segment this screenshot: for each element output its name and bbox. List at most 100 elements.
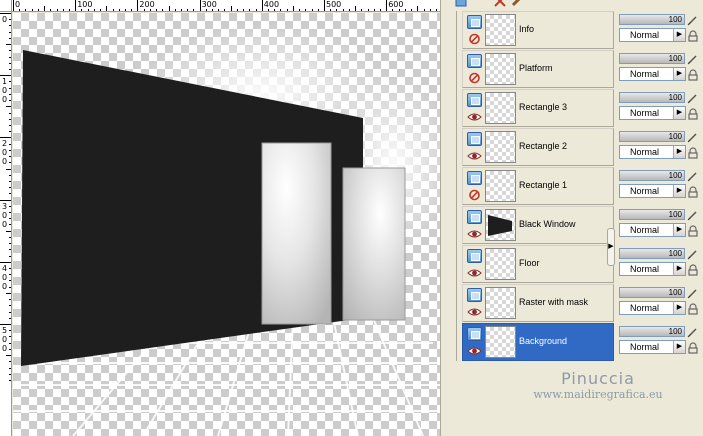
opacity-slider[interactable]: 100 [619,170,685,181]
pencil-icon[interactable] [687,326,699,338]
layer-name[interactable]: Floor [519,258,540,269]
raster-layer-icon[interactable] [467,288,482,302]
pencil-icon[interactable] [687,14,699,26]
ruler-vertical[interactable]: 0 1 0 0 2 0 0 3 0 0 4 0 0 5 0 0 [0,12,12,436]
pencil-icon[interactable] [687,92,699,104]
layer-name[interactable]: Rectangle 2 [519,141,567,152]
dropdown-arrow-icon[interactable]: ▶ [673,341,685,353]
dropdown-arrow-icon[interactable]: ▶ [673,185,685,197]
layer-name[interactable]: Info [519,24,534,35]
lock-icon[interactable] [687,264,699,276]
layer-thumbnail[interactable] [485,248,516,280]
blend-mode-dropdown[interactable]: Normal ▶ [619,145,686,159]
hidden-icon[interactable] [467,33,482,45]
layer-name[interactable]: Rectangle 3 [519,102,567,113]
layer-thumbnail[interactable] [485,14,516,46]
dropdown-arrow-icon[interactable]: ▶ [673,29,685,41]
raster-layer-icon[interactable] [467,327,482,341]
blend-mode-dropdown[interactable]: Normal ▶ [619,223,686,237]
layer-row[interactable]: Platform [462,50,614,88]
layer-name[interactable]: Raster with mask [519,297,588,308]
layer-name[interactable]: Background [519,336,567,347]
ruler-tick-minor [9,249,11,251]
raster-layer-icon[interactable] [467,210,482,224]
lock-icon[interactable] [687,147,699,159]
blend-mode-dropdown[interactable]: Normal ▶ [619,28,686,42]
layer-thumbnail[interactable] [485,170,516,202]
blend-mode-dropdown[interactable]: Normal ▶ [619,184,686,198]
layer-row[interactable]: Floor [462,245,614,283]
lock-icon[interactable] [687,225,699,237]
eye-icon[interactable] [467,306,482,318]
dropdown-arrow-icon[interactable]: ▶ [673,263,685,275]
opacity-slider[interactable]: 100 [619,209,685,220]
opacity-slider[interactable]: 100 [619,131,685,142]
pencil-icon[interactable] [687,209,699,221]
layer-row[interactable]: Rectangle 3 [462,89,614,127]
lock-icon[interactable] [687,186,699,198]
layer-row[interactable]: Rectangle 2 [462,128,614,166]
lock-icon[interactable] [687,108,699,120]
blend-mode-dropdown[interactable]: Normal ▶ [619,340,686,354]
layer-row[interactable]: Rectangle 1 [462,167,614,205]
ruler-horizontal[interactable]: 0 100 200 300 400 500 600 [12,0,440,12]
dropdown-arrow-icon[interactable]: ▶ [673,302,685,314]
pencil-icon[interactable] [687,131,699,143]
new-layer-icon[interactable] [454,0,468,8]
layer-row[interactable]: Raster with mask [462,284,614,322]
layer-thumbnail[interactable] [485,92,516,124]
layer-thumbnail[interactable] [485,326,516,358]
opacity-slider[interactable]: 100 [619,92,685,103]
eye-icon[interactable] [467,228,482,240]
dropdown-arrow-icon[interactable]: ▶ [673,68,685,80]
dropdown-arrow-icon[interactable]: ▶ [673,224,685,236]
layer-name[interactable]: Rectangle 1 [519,180,567,191]
raster-layer-icon[interactable] [467,54,482,68]
pencil-icon[interactable] [687,287,699,299]
layer-name[interactable]: Platform [519,63,553,74]
lock-icon[interactable] [687,342,699,354]
image-canvas[interactable] [13,13,440,436]
collapse-palette-button[interactable]: ▶ [607,228,615,266]
pencil-icon[interactable] [687,170,699,182]
panel-splitter[interactable] [440,0,448,436]
opacity-slider[interactable]: 100 [619,14,685,25]
layer-row[interactable]: Info [462,11,614,49]
dropdown-arrow-icon[interactable]: ▶ [673,107,685,119]
dropdown-arrow-icon[interactable]: ▶ [673,146,685,158]
raster-layer-icon[interactable] [467,132,482,146]
eye-icon[interactable] [467,150,482,162]
edit-layer-icon[interactable] [510,0,524,8]
pencil-icon[interactable] [687,53,699,65]
layer-thumbnail[interactable] [485,53,516,85]
opacity-slider[interactable]: 100 [619,248,685,259]
eye-icon[interactable] [467,267,482,279]
hidden-icon[interactable] [467,189,482,201]
layer-row[interactable]: Black Window [462,206,614,244]
layer-thumbnail[interactable] [485,287,516,319]
layer-thumbnail[interactable] [485,209,516,241]
layer-name[interactable]: Black Window [519,219,576,230]
layer-row[interactable]: Background [462,323,614,361]
raster-layer-icon[interactable] [467,171,482,185]
opacity-slider[interactable]: 100 [619,53,685,64]
eye-icon[interactable] [467,345,482,357]
layer-thumbnail[interactable] [485,131,516,163]
lock-icon[interactable] [687,69,699,81]
delete-layer-icon[interactable] [493,0,507,8]
lock-icon[interactable] [687,30,699,42]
raster-layer-icon[interactable] [467,93,482,107]
blend-mode-dropdown[interactable]: Normal ▶ [619,301,686,315]
pencil-icon[interactable] [687,248,699,260]
ruler-tick-minor [9,299,11,301]
opacity-slider[interactable]: 100 [619,326,685,337]
raster-layer-icon[interactable] [467,249,482,263]
blend-mode-dropdown[interactable]: Normal ▶ [619,67,686,81]
eye-icon[interactable] [467,111,482,123]
blend-mode-dropdown[interactable]: Normal ▶ [619,262,686,276]
hidden-icon[interactable] [467,72,482,84]
raster-layer-icon[interactable] [467,15,482,29]
lock-icon[interactable] [687,303,699,315]
blend-mode-dropdown[interactable]: Normal ▶ [619,106,686,120]
opacity-slider[interactable]: 100 [619,287,685,298]
